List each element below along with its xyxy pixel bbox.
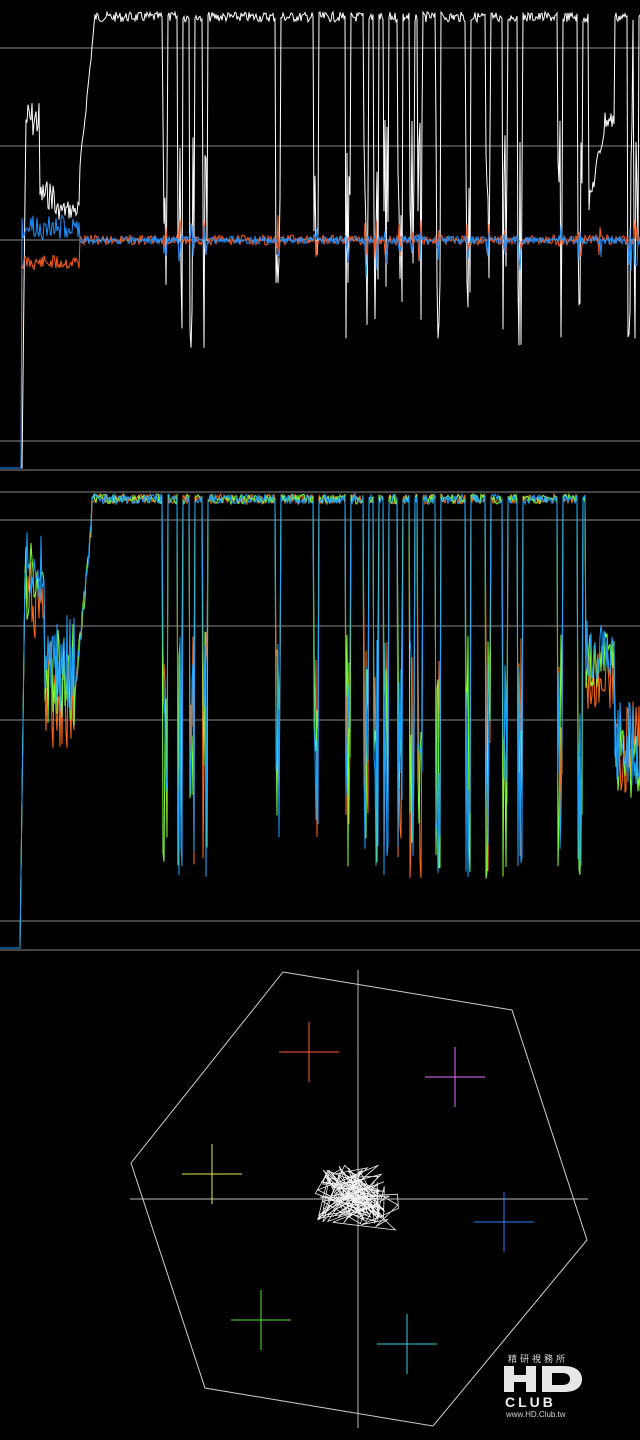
yc-waveform-svg xyxy=(0,10,640,471)
target-yl-icon xyxy=(182,1144,242,1204)
blue-trace xyxy=(0,492,640,949)
red-trace xyxy=(0,492,640,949)
cr-trace xyxy=(0,215,640,469)
vectorscope-trace xyxy=(314,1164,399,1231)
target-g-icon xyxy=(231,1290,291,1350)
rgb-waveform-monitor xyxy=(0,480,640,960)
hdclub-watermark: 精研視務所 CLUB www.HD.Club.tw xyxy=(500,1352,590,1422)
rgb-graticule xyxy=(0,491,640,951)
hd-logo-icon xyxy=(504,1366,582,1392)
watermark-url-text: www.HD.Club.tw xyxy=(506,1410,566,1419)
rgb-waveform-svg xyxy=(0,491,640,951)
watermark-club-text: CLUB xyxy=(505,1394,556,1410)
target-b-icon xyxy=(474,1192,534,1252)
yc-waveform-monitor xyxy=(0,0,640,480)
target-cy-icon xyxy=(377,1314,437,1374)
yc-graticule xyxy=(0,47,640,471)
target-mg-icon xyxy=(425,1047,485,1107)
target-r-icon xyxy=(279,1022,339,1082)
green-trace xyxy=(0,492,640,949)
cb-trace xyxy=(0,213,640,469)
